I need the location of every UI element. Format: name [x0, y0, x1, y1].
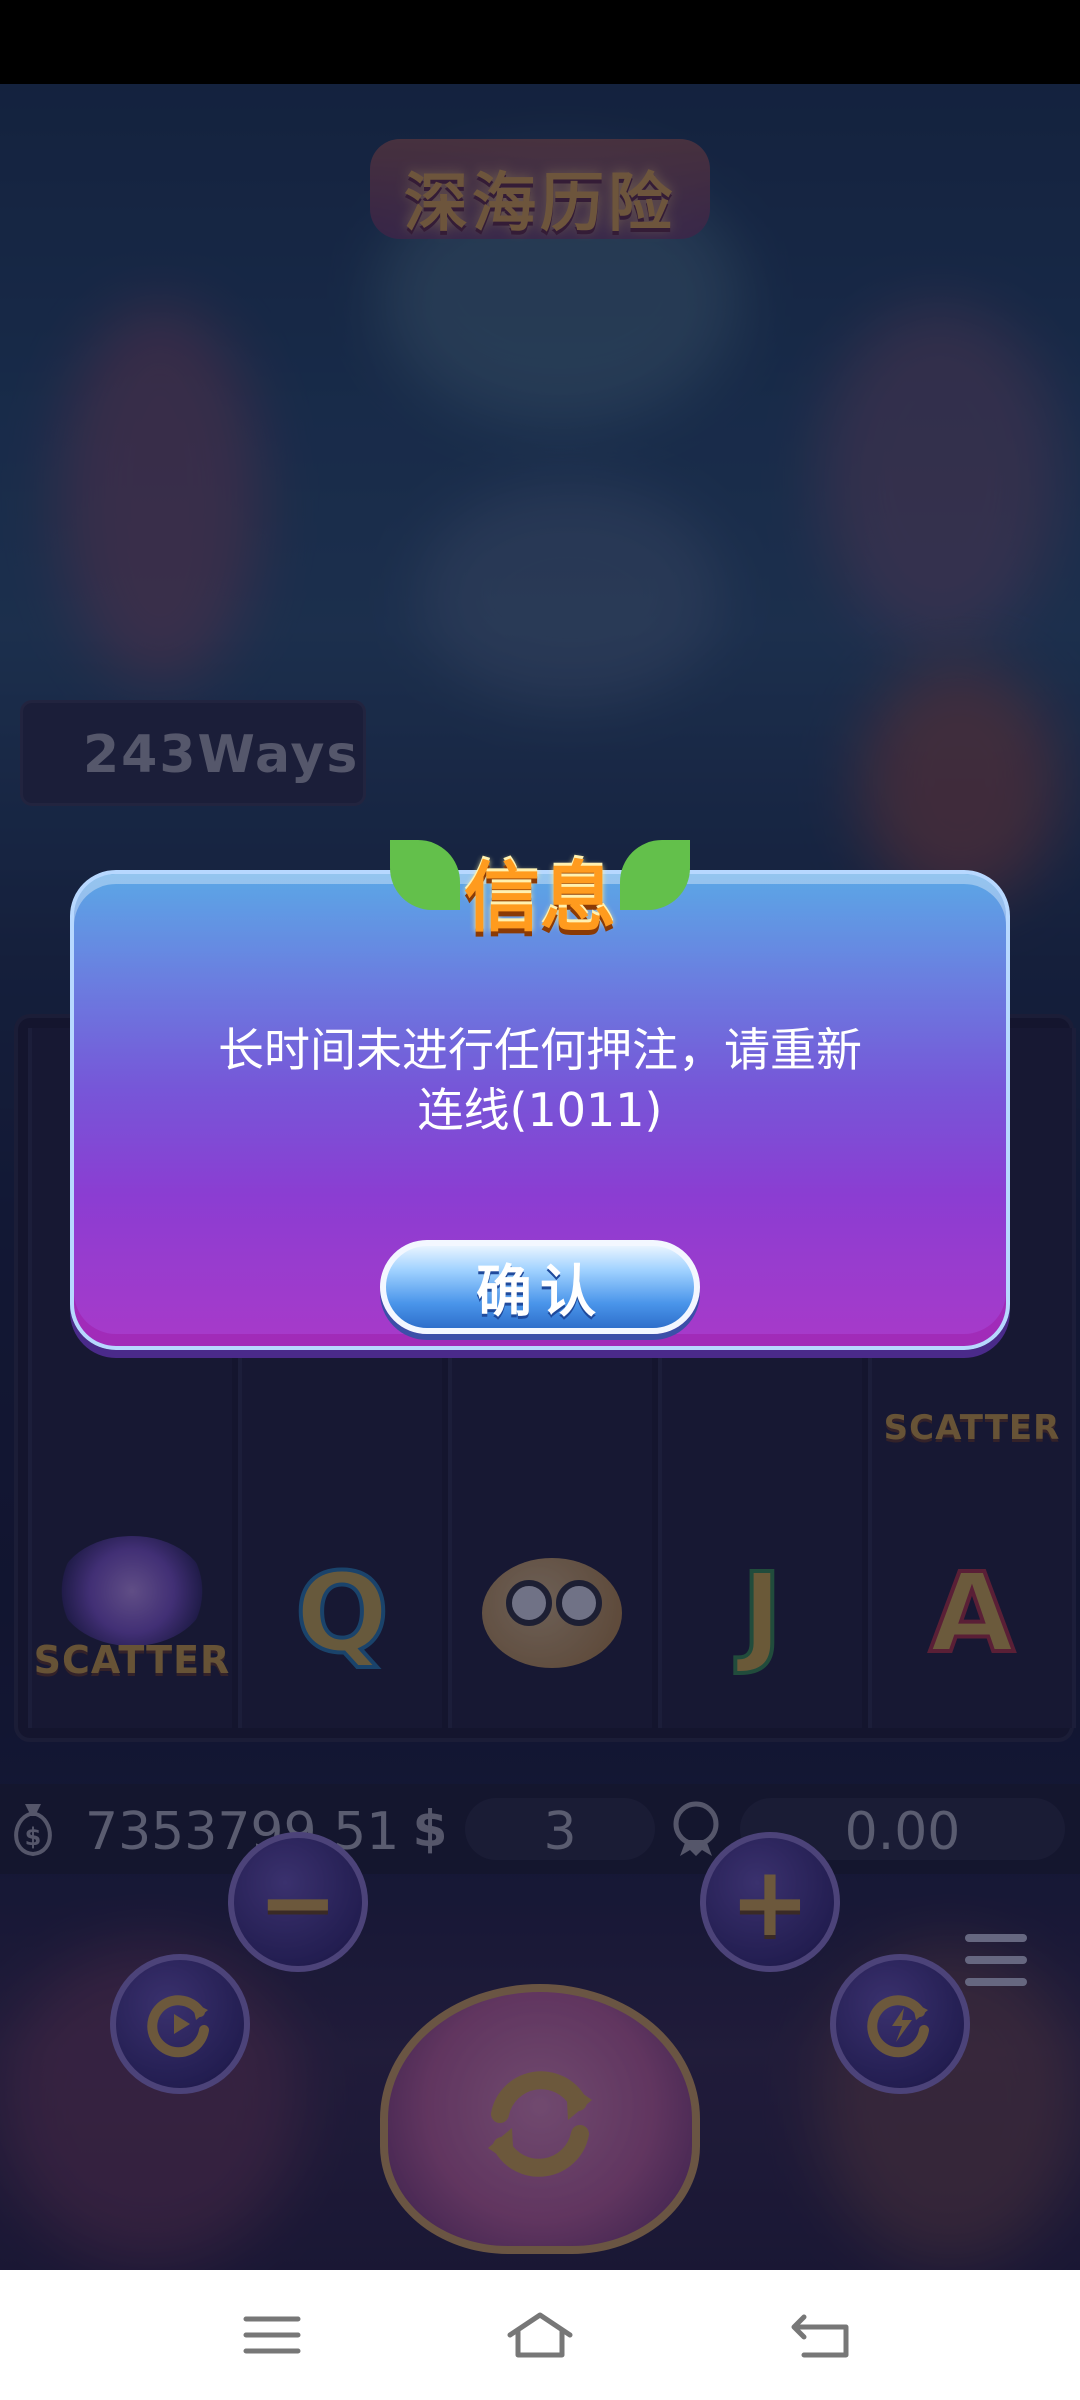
back-icon[interactable] [784, 2305, 864, 2365]
dialog-message-line1: 长时间未进行任何押注，请重新 [218, 1023, 862, 1077]
recents-icon[interactable] [232, 2305, 312, 2365]
home-icon[interactable] [500, 2305, 580, 2365]
confirm-label: 确认 [476, 1259, 604, 1325]
system-nav-bar [0, 2270, 1080, 2400]
dialog-message-line2: 连线(1011) [417, 1083, 663, 1137]
confirm-button[interactable]: 确认 [380, 1240, 700, 1334]
dialog-title-badge: 信息 [390, 830, 690, 942]
status-bar [0, 0, 1080, 84]
dialog-title: 信息 [464, 853, 616, 942]
dialog-message: 长时间未进行任何押注，请重新 连线(1011) [130, 1020, 950, 1140]
info-dialog: 信息 长时间未进行任何押注，请重新 连线(1011) 确认 [70, 840, 1010, 1350]
